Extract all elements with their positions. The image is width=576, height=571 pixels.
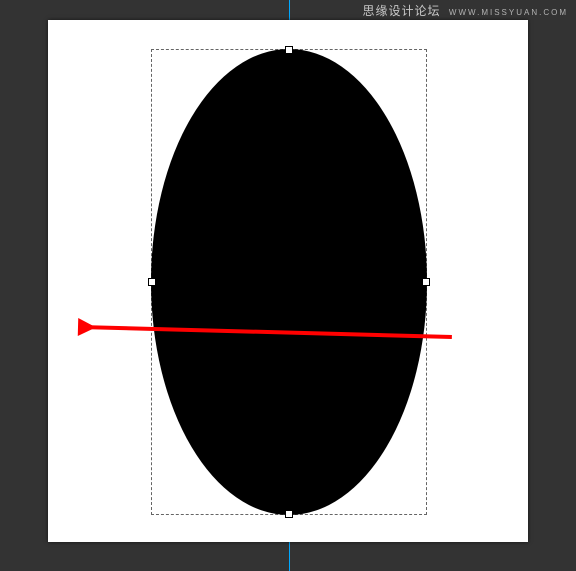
watermark: 思缘设计论坛 WWW.MISSYUAN.COM	[363, 4, 568, 20]
editor-viewport: 思缘设计论坛 WWW.MISSYUAN.COM	[0, 0, 576, 571]
canvas-artboard[interactable]	[48, 20, 528, 542]
watermark-url: WWW.MISSYUAN.COM	[449, 8, 568, 17]
watermark-text: 思缘设计论坛	[363, 4, 441, 18]
arrow-head-icon	[78, 318, 96, 336]
ellipse-shape[interactable]	[151, 49, 427, 515]
ellipse-selection[interactable]	[151, 49, 427, 515]
